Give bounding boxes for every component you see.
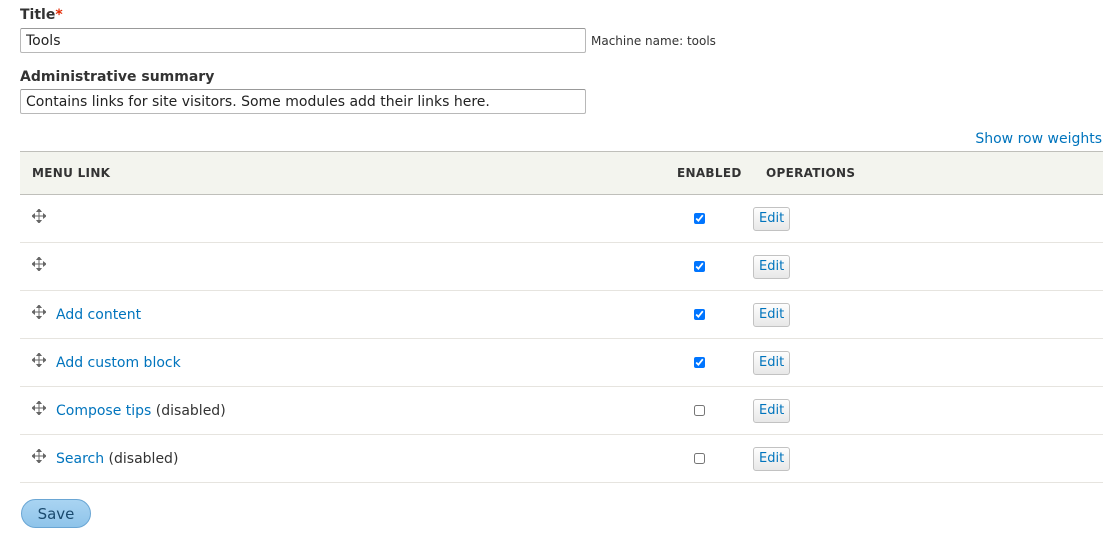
table-body: Edit Edit Add content Edit Add custom block E… (20, 194, 1103, 483)
menu-link-cell: Search (disabled) (20, 434, 665, 483)
drag-handle-icon[interactable] (31, 399, 47, 416)
enabled-checkbox[interactable] (694, 405, 705, 416)
enabled-cell (665, 194, 754, 243)
operations-cell: Edit (753, 242, 1103, 291)
drag-handle-icon[interactable] (31, 303, 47, 320)
enabled-checkbox[interactable] (694, 309, 705, 320)
machine-name: Machine name: tools (591, 34, 716, 48)
edit-button[interactable]: Edit (753, 302, 791, 327)
menu-link-cell: Compose tips (disabled) (20, 386, 665, 435)
required-marker: * (55, 7, 63, 23)
menu-links-table: MENU LINK ENABLED OPERATIONS Edit Edit Add… (20, 151, 1103, 483)
drag-handle-icon[interactable] (31, 255, 47, 272)
table-row: Add custom block Edit (20, 338, 1103, 387)
edit-button[interactable]: Edit (753, 254, 791, 279)
edit-button[interactable]: Edit (753, 206, 791, 231)
operations-cell: Edit (753, 338, 1103, 387)
edit-button[interactable]: Edit (753, 350, 791, 375)
edit-button[interactable]: Edit (753, 446, 791, 471)
operations-cell: Edit (753, 194, 1103, 243)
summary-input[interactable] (20, 89, 586, 114)
edit-button[interactable]: Edit (753, 398, 791, 423)
operations-cell: Edit (753, 434, 1103, 483)
menu-link-status: (disabled) (151, 402, 226, 419)
table-row: Add content Edit (20, 290, 1103, 339)
menu-link-title[interactable]: Add content (56, 307, 141, 323)
enabled-checkbox[interactable] (694, 453, 705, 464)
enabled-cell (665, 242, 754, 291)
title-label: Title* (20, 7, 63, 23)
menu-link-status: (disabled) (104, 450, 179, 467)
menu-link-title[interactable]: Add custom block (56, 355, 181, 371)
menu-link-title[interactable]: Search (56, 451, 104, 467)
drag-handle-icon[interactable] (31, 207, 47, 224)
table-row: Edit (20, 242, 1103, 291)
enabled-checkbox[interactable] (694, 357, 705, 368)
title-input[interactable] (20, 28, 586, 53)
enabled-cell (665, 290, 754, 339)
show-row-weights-link[interactable]: Show row weights (975, 131, 1102, 147)
menu-link-cell (20, 242, 665, 291)
table-row: Edit (20, 194, 1103, 243)
drag-handle-icon[interactable] (31, 351, 47, 368)
header-menu-link: MENU LINK (20, 151, 665, 195)
enabled-checkbox[interactable] (694, 213, 705, 224)
header-operations: OPERATIONS (754, 151, 1103, 195)
operations-cell: Edit (753, 386, 1103, 435)
enabled-cell (665, 338, 754, 387)
drag-handle-icon[interactable] (31, 447, 47, 464)
operations-cell: Edit (753, 290, 1103, 339)
machine-name-value: tools (686, 34, 716, 48)
header-enabled: ENABLED (665, 151, 754, 195)
machine-name-prefix: Machine name: (591, 34, 687, 48)
menu-link-cell: Add content (20, 290, 665, 339)
table-row: Search (disabled) Edit (20, 434, 1103, 483)
summary-label: Administrative summary (20, 69, 215, 85)
table-row: Compose tips (disabled) Edit (20, 386, 1103, 435)
menu-link-title[interactable]: Compose tips (56, 403, 151, 419)
save-button[interactable]: Save (21, 499, 91, 528)
enabled-cell (665, 386, 754, 435)
enabled-cell (665, 434, 754, 483)
enabled-checkbox[interactable] (694, 261, 705, 272)
table-header-row: MENU LINK ENABLED OPERATIONS (20, 151, 1103, 195)
menu-link-cell: Add custom block (20, 338, 665, 387)
menu-link-cell (20, 194, 665, 243)
